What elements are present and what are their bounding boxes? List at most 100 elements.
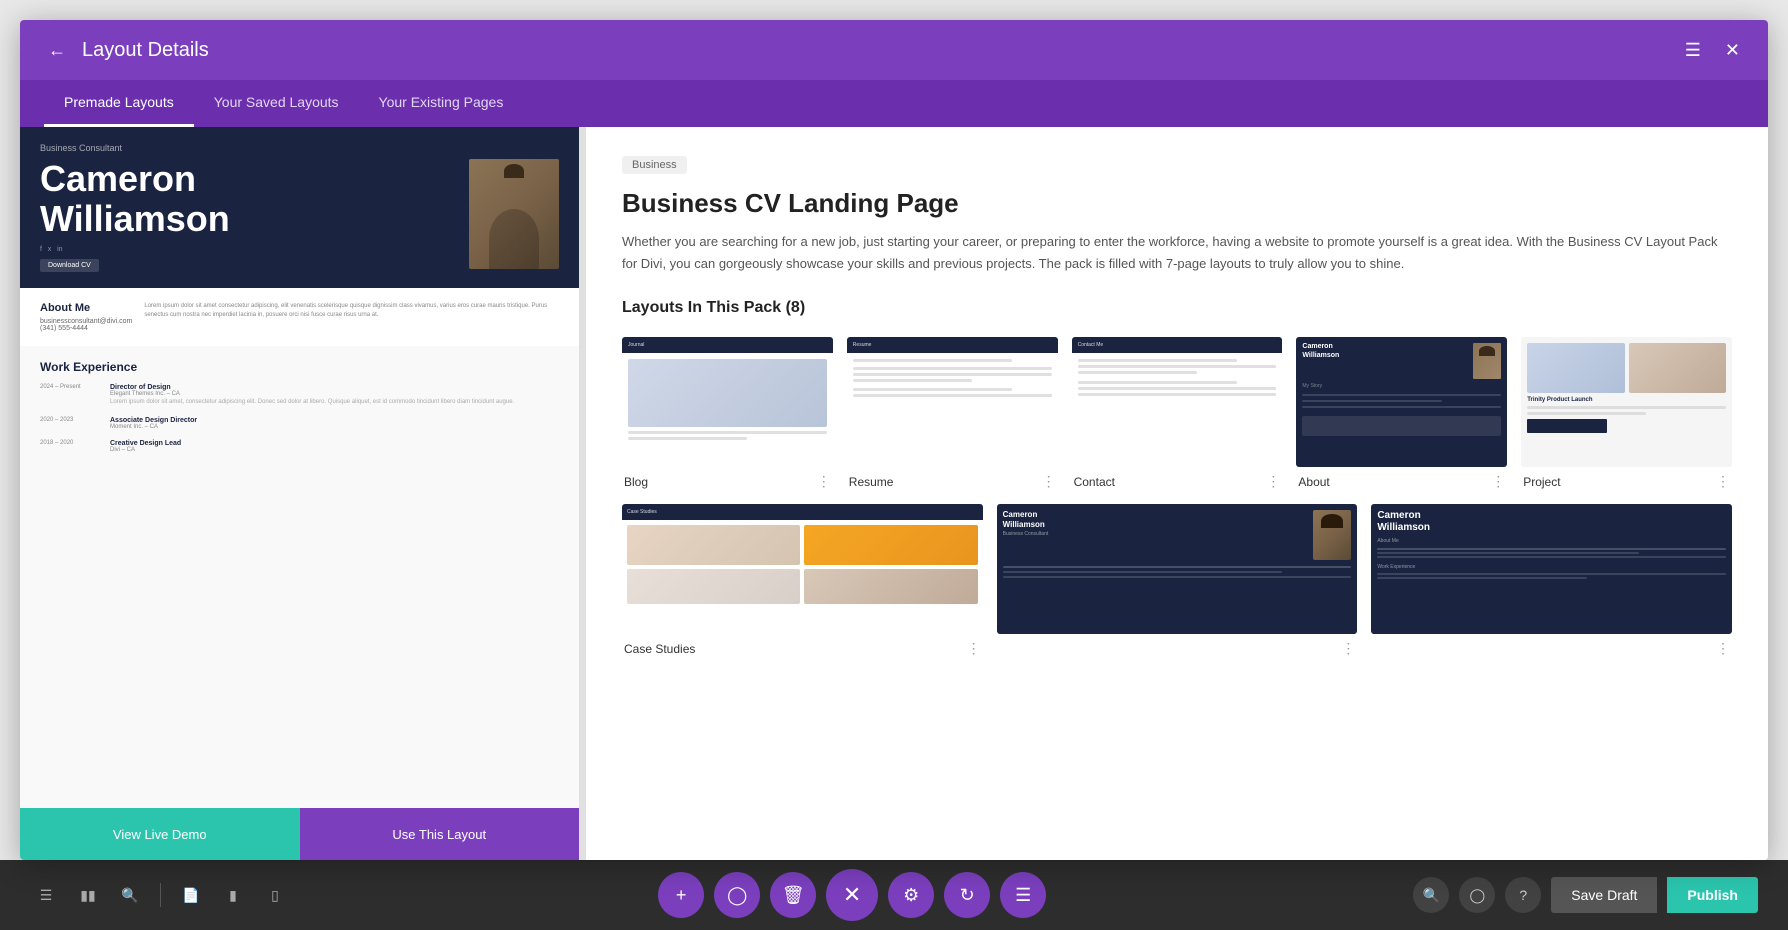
thumb-menu-case-studies[interactable]: ⋮	[967, 640, 981, 657]
cv-top: Business Consultant CameronWilliamson f …	[20, 127, 579, 288]
add-button[interactable]: +	[658, 872, 704, 918]
tab-premade[interactable]: Premade Layouts	[44, 80, 194, 127]
hamburger-icon[interactable]: ☰	[30, 879, 62, 911]
cv-work-detail-1: Director of Design Elegant Themes Inc. –…	[110, 384, 514, 407]
cv-preview: Business Consultant CameronWilliamson f …	[20, 127, 579, 808]
save-draft-button[interactable]: Save Draft	[1551, 877, 1657, 913]
grid-icon[interactable]: ▮▮	[72, 879, 104, 911]
cv-about-text: Lorem ipsum dolor sit amet consectetur a…	[144, 302, 559, 332]
tabs-bar: Premade Layouts Your Saved Layouts Your …	[20, 80, 1768, 127]
thumb-menu-cv-hat[interactable]: ⋮	[1341, 640, 1355, 657]
bottom-toolbar: ☰ ▮▮ 🔍 📄 ▮ ▯ + ◯ 🗑 ✕ ⚙ ↻ ☰ 🔍 ◯ ? Save Dr…	[0, 860, 1788, 930]
cv-work: Work Experience 2024 – Present Director …	[20, 346, 579, 808]
history-button[interactable]: ↻	[944, 872, 990, 918]
toolbar-right: 🔍 ◯ ? Save Draft Publish	[1413, 877, 1758, 913]
cv-photo	[469, 159, 559, 269]
tablet-icon[interactable]: ▮	[217, 879, 249, 911]
layout-description: Whether you are searching for a new job,…	[622, 231, 1732, 275]
close-center-button[interactable]: ✕	[826, 869, 878, 921]
thumb-card-resume[interactable]: Resume	[847, 337, 1058, 467]
thumbnails-grid: Journal Blog ⋮	[622, 337, 1732, 490]
toolbar-left: ☰ ▮▮ 🔍 📄 ▮ ▯	[30, 879, 291, 911]
gear-button[interactable]: ⚙	[888, 872, 934, 918]
thumb-footer-resume: Resume ⋮	[847, 473, 1058, 490]
cv-work-year-2: 2020 – 2023	[40, 417, 100, 430]
thumb-case-studies: Case Studies Case Studies	[622, 504, 983, 657]
thumb-cv-hat: CameronWilliamson Business Consultant	[997, 504, 1358, 657]
thumb-label-project: Project	[1523, 475, 1560, 489]
thumb-card-contact[interactable]: Contact Me	[1072, 337, 1283, 467]
trash-button[interactable]: 🗑	[770, 872, 816, 918]
layout-button[interactable]: ☰	[1000, 872, 1046, 918]
cv-work-item-1: 2024 – Present Director of Design Elegan…	[40, 384, 559, 407]
thumb-footer-cv-dark: ⋮	[1371, 640, 1732, 657]
thumb-label-blog: Blog	[624, 475, 648, 489]
toolbar-center: + ◯ 🗑 ✕ ⚙ ↻ ☰	[658, 869, 1046, 921]
publish-button[interactable]: Publish	[1667, 877, 1758, 913]
cv-name: CameronWilliamson	[40, 159, 457, 238]
thumb-resume: Resume Resume	[847, 337, 1058, 490]
thumb-blog: Journal Blog ⋮	[622, 337, 833, 490]
thumb-label-resume: Resume	[849, 475, 894, 489]
tab-existing[interactable]: Your Existing Pages	[359, 80, 524, 127]
cv-about-title: About Me	[40, 302, 132, 314]
cv-work-detail-2: Associate Design Director Moment Inc. – …	[110, 417, 197, 430]
toolbar-separator-1	[160, 883, 161, 907]
modal-body: Business Consultant CameronWilliamson f …	[20, 127, 1768, 860]
thumb-menu-cv-dark[interactable]: ⋮	[1716, 640, 1730, 657]
thumb-card-cv-hat[interactable]: CameronWilliamson Business Consultant	[997, 504, 1358, 634]
mobile-icon[interactable]: ▯	[259, 879, 291, 911]
power-button[interactable]: ◯	[714, 872, 760, 918]
thumb-card-case-studies[interactable]: Case Studies	[622, 504, 983, 634]
view-demo-button[interactable]: View Live Demo	[20, 808, 300, 860]
cv-phone: (341) 555-4444	[40, 325, 132, 332]
cv-download-btn[interactable]: Download CV	[40, 259, 99, 272]
settings-icon[interactable]: ☰	[1681, 36, 1705, 65]
cv-work-year-1: 2024 – Present	[40, 384, 100, 407]
cv-label: Business Consultant	[40, 143, 559, 153]
thumb-footer-project: Project ⋮	[1521, 473, 1732, 490]
tab-saved[interactable]: Your Saved Layouts	[194, 80, 359, 127]
thumb-menu-about[interactable]: ⋮	[1491, 473, 1505, 490]
cv-about-left: About Me businessconsultant@divi.com (34…	[40, 302, 132, 332]
thumb-label-contact: Contact	[1074, 475, 1115, 489]
thumb-menu-contact[interactable]: ⋮	[1266, 473, 1280, 490]
preview-image: Business Consultant CameronWilliamson f …	[20, 127, 579, 808]
use-layout-button[interactable]: Use This Layout	[300, 808, 580, 860]
modal-header: ← Layout Details ☰ ✕	[20, 20, 1768, 80]
thumb-card-cv-dark[interactable]: CameronWilliamson About Me Work Experien…	[1371, 504, 1732, 634]
modal-title: Layout Details	[82, 39, 209, 62]
pack-title: Layouts In This Pack (8)	[622, 299, 1732, 317]
preview-panel: Business Consultant CameronWilliamson f …	[20, 127, 580, 860]
cv-email: businessconsultant@divi.com	[40, 318, 132, 325]
search-icon[interactable]: 🔍	[114, 879, 146, 911]
thumb-footer-about: About ⋮	[1296, 473, 1507, 490]
cv-work-item-2: 2020 – 2023 Associate Design Director Mo…	[40, 417, 559, 430]
detail-panel: Business Business CV Landing Page Whethe…	[586, 127, 1768, 860]
preview-actions: View Live Demo Use This Layout	[20, 808, 579, 860]
thumb-card-about[interactable]: CameronWilliamson My Story	[1296, 337, 1507, 467]
thumb-footer-contact: Contact ⋮	[1072, 473, 1283, 490]
search-circle-icon[interactable]: 🔍	[1413, 877, 1449, 913]
help-icon[interactable]: ?	[1505, 877, 1541, 913]
back-button[interactable]: ←	[44, 36, 70, 65]
header-right: ☰ ✕	[1681, 36, 1744, 65]
cv-work-title: Work Experience	[40, 360, 559, 374]
thumb-footer-cv-hat: ⋮	[997, 640, 1358, 657]
cv-about: About Me businessconsultant@divi.com (34…	[20, 288, 579, 346]
thumb-menu-blog[interactable]: ⋮	[817, 473, 831, 490]
thumb-menu-resume[interactable]: ⋮	[1042, 473, 1056, 490]
close-modal-button[interactable]: ✕	[1721, 36, 1744, 65]
layout-modal: ← Layout Details ☰ ✕ Premade Layouts You…	[20, 20, 1768, 860]
cv-work-item-3: 2018 – 2020 Creative Design Lead Divi – …	[40, 440, 559, 453]
thumb-menu-project[interactable]: ⋮	[1716, 473, 1730, 490]
thumb-footer-case-studies: Case Studies ⋮	[622, 640, 983, 657]
desktop-icon[interactable]: 📄	[175, 879, 207, 911]
cv-work-year-3: 2018 – 2020	[40, 440, 100, 453]
thumb-card-blog[interactable]: Journal	[622, 337, 833, 467]
thumbnails-grid-row2: Case Studies Case Studies	[622, 504, 1732, 657]
thumb-card-project[interactable]: Trinity Product Launch	[1521, 337, 1732, 467]
thumb-footer-blog: Blog ⋮	[622, 473, 833, 490]
cv-top-row: CameronWilliamson f x in Download CV	[40, 159, 559, 272]
circle-icon-2[interactable]: ◯	[1459, 877, 1495, 913]
